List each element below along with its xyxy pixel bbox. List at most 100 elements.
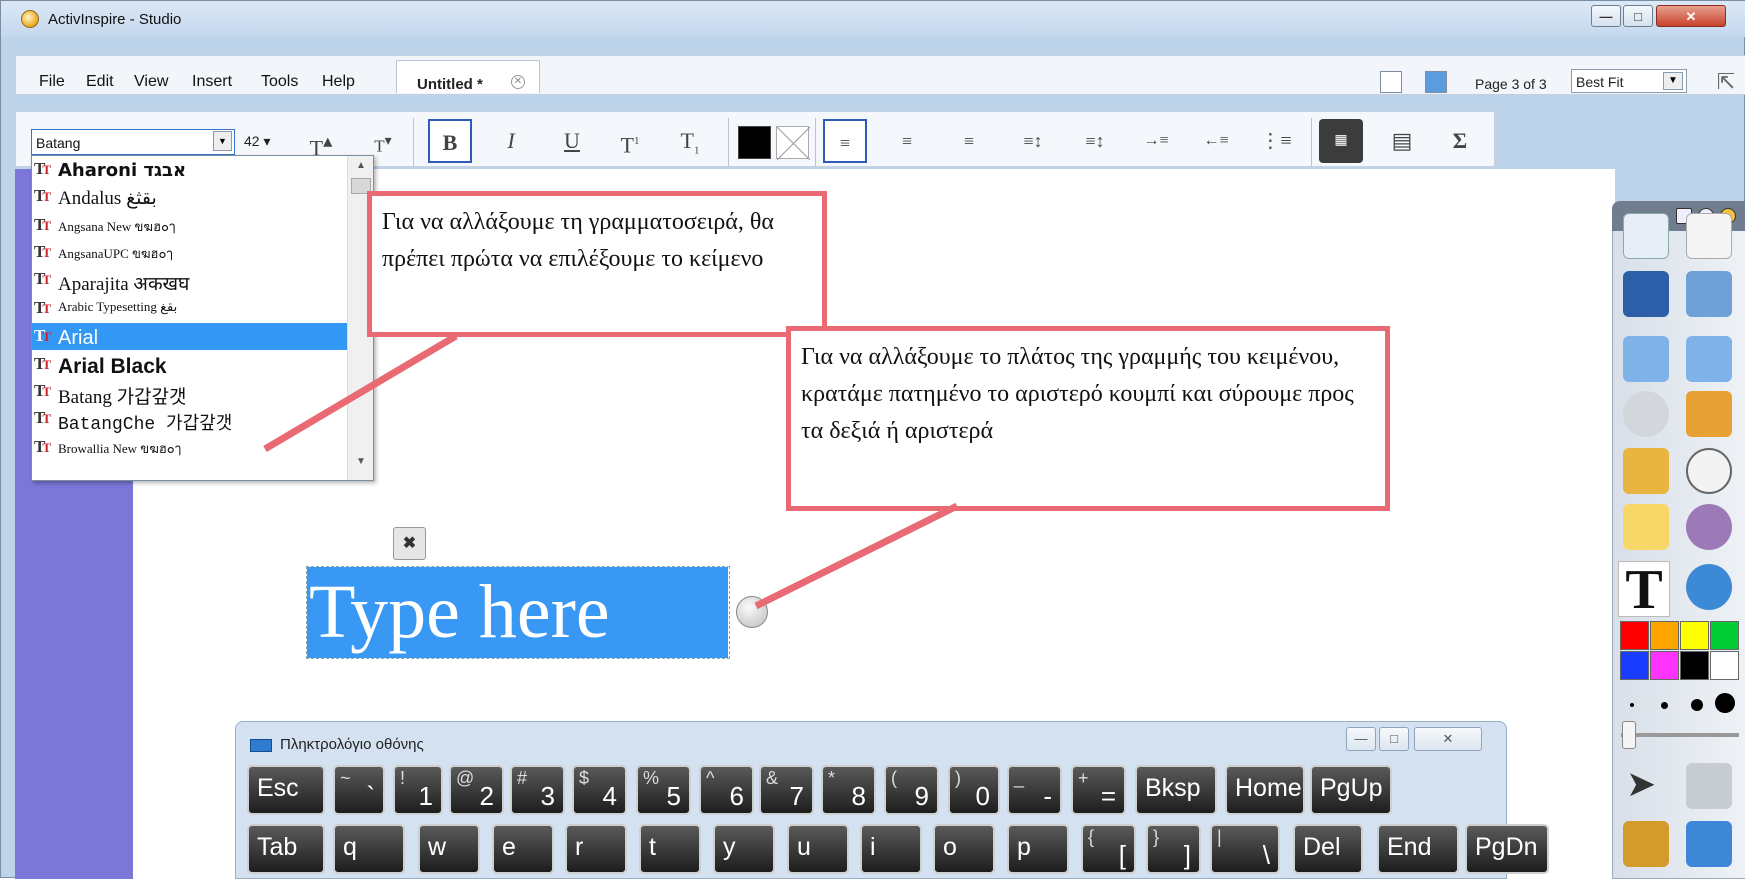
key[interactable]: Esc	[247, 765, 325, 815]
select-arrow-icon[interactable]: ➤	[1626, 763, 1672, 809]
desktop-icon[interactable]	[1425, 71, 1447, 93]
color-swatch[interactable]	[1620, 621, 1649, 650]
key[interactable]: {[	[1081, 824, 1136, 874]
key[interactable]: End	[1377, 824, 1459, 874]
menu-tools[interactable]: Tools	[261, 73, 298, 91]
key[interactable]: u	[787, 824, 849, 874]
keyboard-maximize-button[interactable]: □	[1379, 727, 1409, 751]
align-left-icon[interactable]: ≡	[823, 119, 867, 163]
key[interactable]: i	[860, 824, 922, 874]
menu-edit[interactable]: Edit	[86, 73, 114, 91]
key[interactable]: Del	[1293, 824, 1363, 874]
font-size-select[interactable]: 42 ▾	[244, 133, 271, 150]
align-center-icon[interactable]: ≡	[885, 119, 929, 163]
key[interactable]: ! 1	[393, 765, 443, 815]
pen-size-xlarge[interactable]	[1715, 693, 1735, 713]
font-edit-icon[interactable]	[1623, 448, 1669, 494]
magic-ink-icon[interactable]	[1686, 564, 1732, 610]
pen-width-slider[interactable]	[1621, 733, 1739, 737]
color-swatch[interactable]	[1650, 621, 1679, 650]
close-button[interactable]: ✕	[1656, 5, 1726, 27]
text-color-swatch[interactable]	[738, 126, 771, 159]
color-swatch[interactable]	[1710, 651, 1739, 680]
resize-width-handle[interactable]	[736, 596, 768, 628]
color-swatch[interactable]	[1650, 651, 1679, 680]
font-option[interactable]: TT Batang 가갑갚갯	[32, 378, 348, 408]
font-option[interactable]: TT Arial	[32, 323, 348, 350]
scroll-down-icon[interactable]: ▼	[356, 456, 366, 467]
menu-insert[interactable]: Insert	[192, 73, 232, 91]
subscript-button[interactable]: T1	[668, 119, 712, 163]
user-profile-icon[interactable]	[1686, 213, 1732, 259]
highlighter-icon[interactable]	[1686, 821, 1732, 867]
font-option[interactable]: TT BatangChe 가갑갚갯	[32, 405, 348, 435]
text-tool-icon[interactable]: T	[1618, 561, 1670, 618]
sticky-note-icon[interactable]	[1623, 504, 1669, 550]
key[interactable]: q	[333, 824, 405, 874]
tab-untitled[interactable]: Untitled * ✕	[396, 60, 540, 93]
scroll-up-icon[interactable]: ▲	[356, 160, 366, 171]
menu-view[interactable]: View	[134, 73, 168, 91]
page-edit-icon[interactable]	[1686, 391, 1732, 437]
indent-icon[interactable]: →≡	[1134, 119, 1178, 163]
key[interactable]: PgDn	[1465, 824, 1549, 874]
previous-page-icon[interactable]	[1623, 336, 1669, 382]
select-all-icon[interactable]: ▤	[1380, 119, 1424, 163]
color-swatch[interactable]	[1710, 621, 1739, 650]
pen-icon[interactable]	[1623, 821, 1669, 867]
menu-file[interactable]: File	[39, 73, 65, 91]
key[interactable]: r	[565, 824, 627, 874]
search-pen-icon[interactable]	[1686, 504, 1732, 550]
key[interactable]: (9	[884, 765, 939, 815]
textbox-text[interactable]: Type here	[307, 567, 728, 658]
key[interactable]: @2	[449, 765, 504, 815]
color-swatch[interactable]	[1680, 621, 1709, 650]
handwriting-icon[interactable]	[1623, 271, 1669, 317]
key[interactable]: ^ 6	[699, 765, 754, 815]
key[interactable]: $4	[572, 765, 627, 815]
key[interactable]: }]	[1146, 824, 1201, 874]
font-option[interactable]: TT Browallia New ขฆฮ๐ๅ	[32, 434, 348, 461]
superscript-button[interactable]: T1	[608, 119, 652, 163]
outdent-icon[interactable]: ←≡	[1194, 119, 1238, 163]
underline-button[interactable]: U	[550, 119, 594, 163]
hammer-icon[interactable]	[1686, 763, 1732, 809]
key[interactable]: & 7	[759, 765, 814, 815]
paragraph-spacing-icon[interactable]: ≡↕	[1073, 119, 1117, 163]
font-select[interactable]: Batang	[31, 129, 235, 155]
key[interactable]: w	[418, 824, 480, 874]
key[interactable]: _ -	[1007, 765, 1062, 815]
move-handle-icon[interactable]: ✖	[393, 527, 426, 560]
font-option[interactable]: TT Angsana New ขฆฮ๐ๅ	[32, 212, 348, 239]
align-right-icon[interactable]: ≡	[947, 119, 991, 163]
clock-icon[interactable]	[1686, 448, 1732, 494]
line-spacing-icon[interactable]: ≡↕	[1011, 119, 1055, 163]
color-swatch[interactable]	[1680, 651, 1709, 680]
key[interactable]: y	[713, 824, 775, 874]
font-option[interactable]: TT Aparajita अकखघ	[32, 266, 348, 295]
keyboard-minimize-button[interactable]: —	[1346, 727, 1376, 751]
background-color-swatch[interactable]	[776, 126, 810, 160]
minimize-button[interactable]: —	[1591, 5, 1621, 27]
key[interactable]: Bksp	[1135, 765, 1217, 815]
pen-width-thumb[interactable]	[1622, 721, 1636, 749]
equation-editor-icon[interactable]: Σ	[1438, 119, 1482, 163]
key[interactable]: % 5	[636, 765, 691, 815]
keyboard-close-button[interactable]: ✕	[1414, 727, 1482, 751]
chevron-down-icon[interactable]: ▼	[213, 131, 232, 151]
menu-help[interactable]: Help	[322, 73, 355, 91]
italic-button[interactable]: I	[489, 119, 533, 163]
bold-button[interactable]: B	[428, 119, 472, 163]
key[interactable]: | \	[1210, 824, 1280, 874]
maximize-button[interactable]: □	[1623, 5, 1653, 27]
font-option[interactable]: TT AngsanaUPC ขฆฮ๐ๅ	[32, 239, 348, 266]
flipchart-icon[interactable]	[1623, 213, 1669, 259]
pen-size-medium[interactable]	[1661, 702, 1668, 709]
key[interactable]: Home	[1225, 765, 1305, 815]
pen-size-small[interactable]	[1630, 703, 1634, 707]
keyboard-toggle-icon[interactable]: ▦	[1319, 119, 1363, 163]
next-page-icon[interactable]	[1686, 336, 1732, 382]
pen-size-large[interactable]	[1691, 699, 1703, 711]
key[interactable]: t	[639, 824, 701, 874]
font-option[interactable]: TT Arabic Typesetting بقغ	[32, 295, 348, 322]
